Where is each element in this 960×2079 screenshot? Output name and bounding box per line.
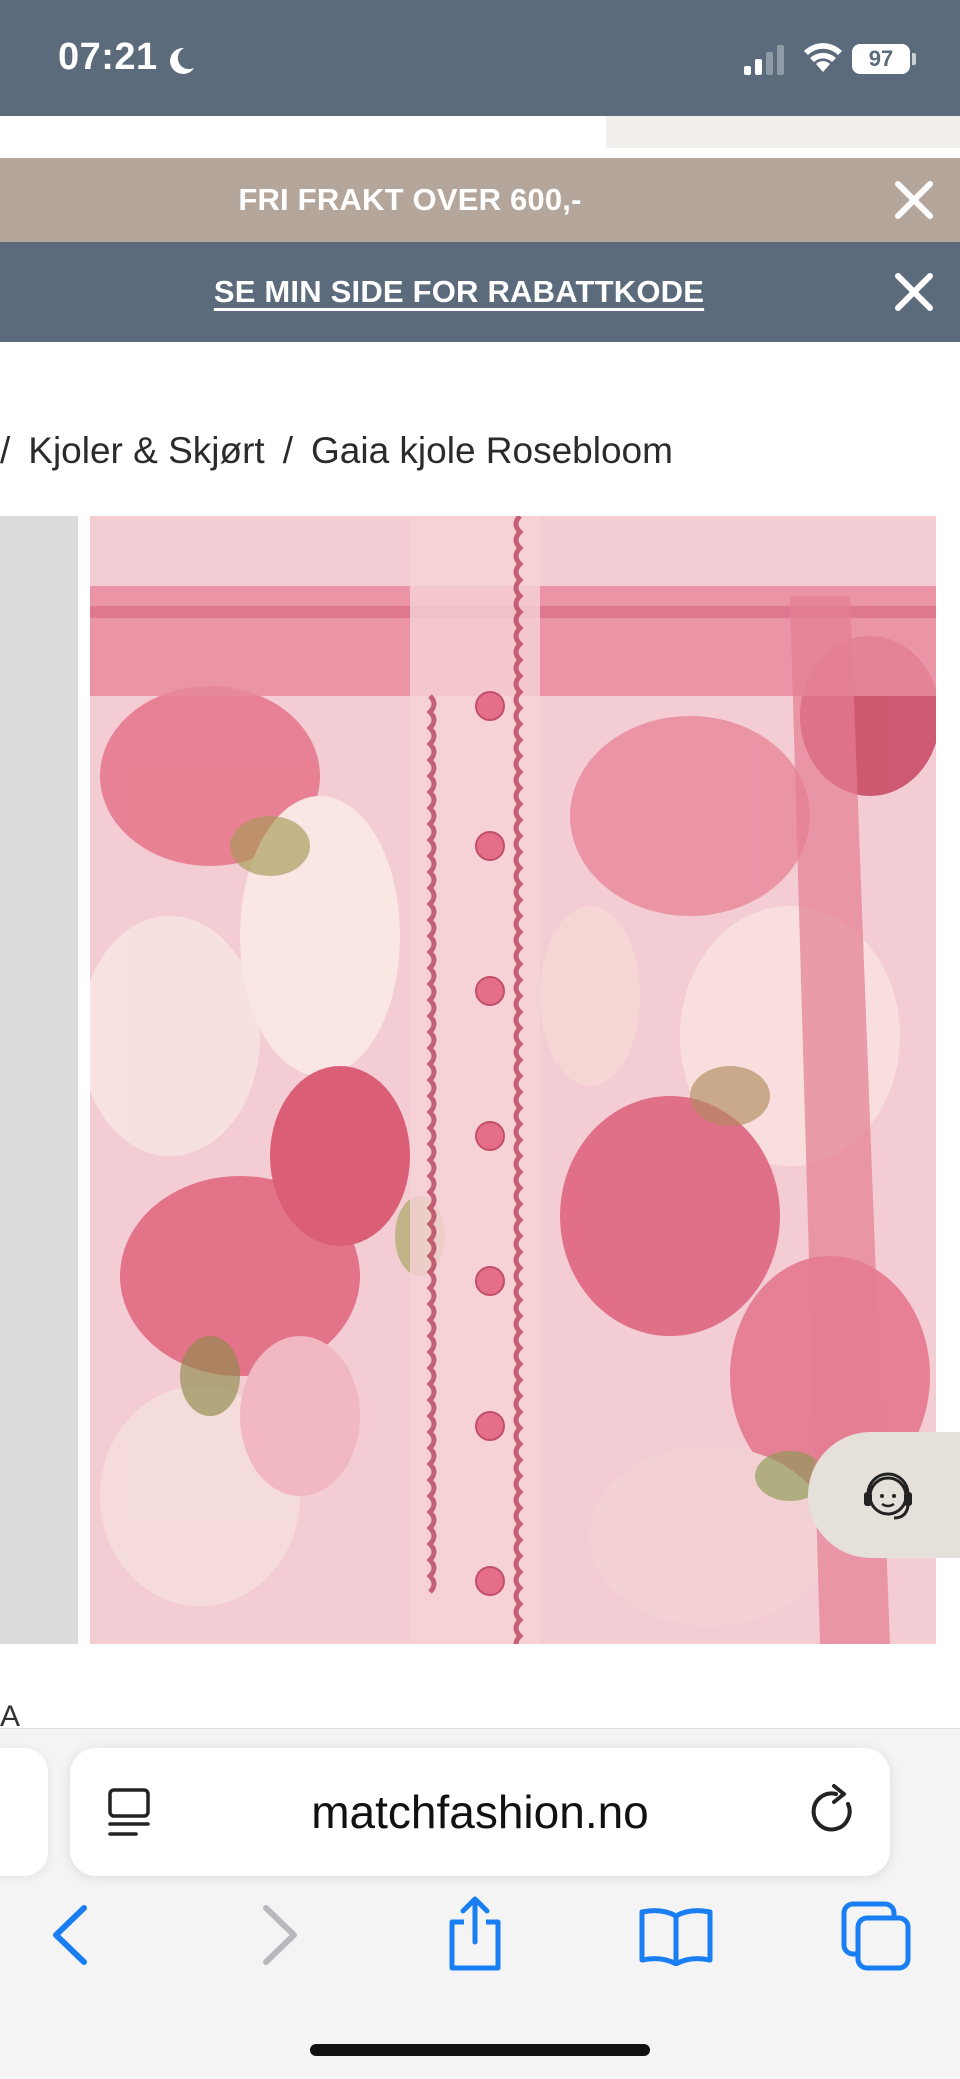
share-icon[interactable] <box>444 1896 506 1972</box>
discount-code-link[interactable]: SE MIN SIDE FOR RABATTKODE <box>0 242 918 342</box>
moon-icon <box>170 47 194 74</box>
signal-icon <box>744 45 784 75</box>
top-strip <box>0 116 606 148</box>
customer-support-chat-button[interactable] <box>808 1432 960 1558</box>
home-indicator <box>310 2044 650 2056</box>
page-menu-icon[interactable] <box>104 1784 154 1840</box>
battery-tip <box>912 53 916 65</box>
breadcrumb-separator: / <box>282 430 293 471</box>
url-text[interactable]: matchfashion.no <box>160 1784 800 1840</box>
breadcrumb-item-kjoler-skjort[interactable]: Kjoler & Skjørt <box>28 430 264 471</box>
close-icon[interactable] <box>892 178 936 222</box>
floral-print-image <box>90 516 936 1644</box>
status-bar: 07:21 97 <box>0 0 960 116</box>
forward-icon[interactable] <box>254 1902 304 1968</box>
support-agent-icon <box>864 1472 912 1520</box>
discount-code-banner: SE MIN SIDE FOR RABATTKODE <box>0 242 960 342</box>
close-icon[interactable] <box>892 270 936 314</box>
previous-tab-preview[interactable] <box>0 1748 48 1876</box>
bookmarks-icon[interactable] <box>638 1906 714 1966</box>
product-image[interactable] <box>90 516 936 1644</box>
wifi-icon <box>804 43 842 72</box>
free-shipping-text: FRI FRAKT OVER 600,- <box>238 182 582 217</box>
status-time: 07:21 <box>58 36 158 78</box>
breadcrumb: / Kjoler & Skjørt / Gaia kjole Rosebloom <box>0 430 691 472</box>
back-icon[interactable] <box>46 1902 96 1968</box>
top-strip-right <box>606 116 960 148</box>
free-shipping-banner: FRI FRAKT OVER 600,- <box>0 158 960 242</box>
previous-image-strip[interactable] <box>0 516 78 1644</box>
breadcrumb-item-current: Gaia kjole Rosebloom <box>311 430 673 471</box>
reload-icon[interactable] <box>806 1782 860 1840</box>
tabs-icon[interactable] <box>840 1900 912 1972</box>
breadcrumb-separator: / <box>0 430 11 471</box>
battery-icon: 97 <box>852 44 910 74</box>
